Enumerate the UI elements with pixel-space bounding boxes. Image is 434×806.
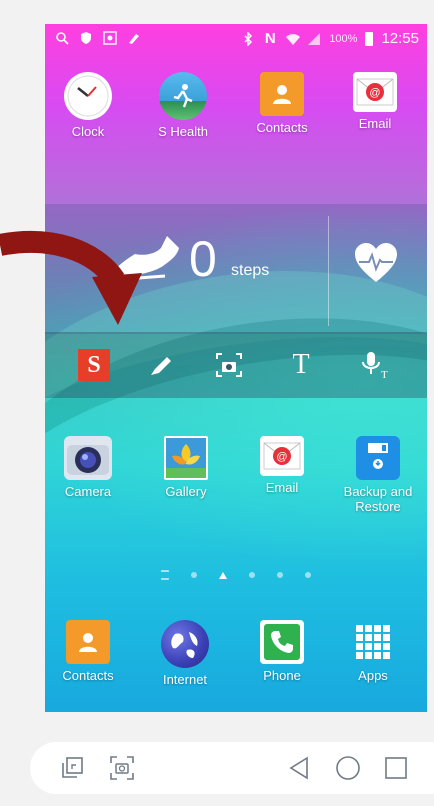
camera-icon: [64, 436, 112, 480]
page-dot-home[interactable]: [219, 571, 227, 579]
clock-icon: [64, 72, 112, 120]
app-label: Gallery: [165, 484, 207, 499]
pen-icon[interactable]: [145, 349, 177, 381]
s-note-icon[interactable]: S: [78, 349, 110, 381]
recent-apps-icon[interactable]: [382, 754, 410, 782]
contacts-icon: [260, 72, 304, 116]
page-indicator: [45, 569, 427, 581]
steps-count: 0: [189, 231, 217, 287]
app-label: Internet: [162, 672, 208, 687]
paint-icon: [127, 31, 141, 45]
back-icon[interactable]: [285, 754, 313, 782]
app-email-top[interactable]: @ Email: [335, 72, 415, 131]
red-arrow-annotation: [0, 231, 142, 325]
signal-icon: [307, 32, 321, 46]
page-dot-menu[interactable]: [161, 570, 169, 580]
wifi-icon: [285, 32, 301, 46]
svg-text:@: @: [369, 87, 380, 99]
gallery-notification-icon: [103, 31, 117, 45]
gallery-icon: [164, 436, 208, 480]
screenshot-icon[interactable]: [108, 754, 136, 782]
backup-restore-icon: [356, 436, 400, 480]
svg-text:@: @: [276, 451, 287, 463]
phone-screen: N 100% 12:55 Clock S Health Contacts @ E…: [45, 24, 427, 712]
dock-internet[interactable]: Internet: [145, 620, 225, 687]
svg-text:T: T: [381, 369, 388, 380]
app-label: Camera: [64, 484, 112, 499]
s-health-icon: [159, 72, 207, 120]
screen-capture-icon[interactable]: [213, 349, 245, 381]
nfc-icon: N: [264, 29, 276, 47]
app-label: Email: [358, 116, 392, 131]
page-dot[interactable]: [305, 572, 311, 578]
voice-to-text-icon[interactable]: T: [357, 349, 389, 381]
app-label: Email: [265, 480, 299, 495]
apps-grid-icon: [351, 620, 395, 664]
s-pen-toolbar: S T T: [45, 332, 427, 398]
app-clock[interactable]: Clock: [48, 72, 128, 139]
shield-icon: [79, 31, 93, 45]
app-contacts-top[interactable]: Contacts: [242, 72, 322, 135]
heart-rate-icon[interactable]: [353, 242, 399, 289]
widget-divider: [328, 216, 329, 326]
bluetooth-icon: [241, 30, 255, 47]
app-label: Contacts: [256, 120, 308, 135]
battery-percent: 100%: [329, 32, 358, 45]
home-icon[interactable]: [334, 754, 362, 782]
email-icon: @: [260, 436, 304, 476]
app-s-health[interactable]: S Health: [143, 72, 223, 139]
page-dot[interactable]: [277, 572, 283, 578]
battery-icon: [365, 31, 374, 46]
app-email-middle[interactable]: @ Email: [242, 436, 322, 495]
dock-phone[interactable]: Phone: [242, 620, 322, 683]
page-dot[interactable]: [249, 572, 255, 578]
email-icon: @: [353, 72, 397, 112]
page-dot[interactable]: [191, 572, 197, 578]
app-gallery[interactable]: Gallery: [146, 436, 226, 499]
app-label: S Health: [158, 124, 208, 139]
app-label: Contacts: [62, 668, 114, 683]
contacts-icon: [66, 620, 110, 664]
dock-contacts[interactable]: Contacts: [48, 620, 128, 683]
app-backup-restore[interactable]: Backup and Restore: [330, 436, 426, 514]
app-camera[interactable]: Camera: [48, 436, 128, 499]
app-label: Backup and Restore: [343, 484, 413, 514]
app-label: Clock: [71, 124, 105, 139]
search-icon: [55, 31, 69, 45]
status-bar: N 100% 12:55: [45, 24, 427, 54]
multi-window-icon[interactable]: [58, 754, 86, 782]
app-label: Phone: [263, 668, 301, 683]
dock-apps[interactable]: Apps: [333, 620, 413, 683]
text-icon[interactable]: T: [285, 349, 317, 381]
internet-icon: [161, 620, 209, 668]
status-time: 12:55: [381, 30, 419, 47]
steps-label: steps: [231, 262, 270, 279]
navigation-bar: [30, 742, 434, 794]
app-label: Apps: [358, 668, 388, 683]
phone-icon: [260, 620, 304, 664]
